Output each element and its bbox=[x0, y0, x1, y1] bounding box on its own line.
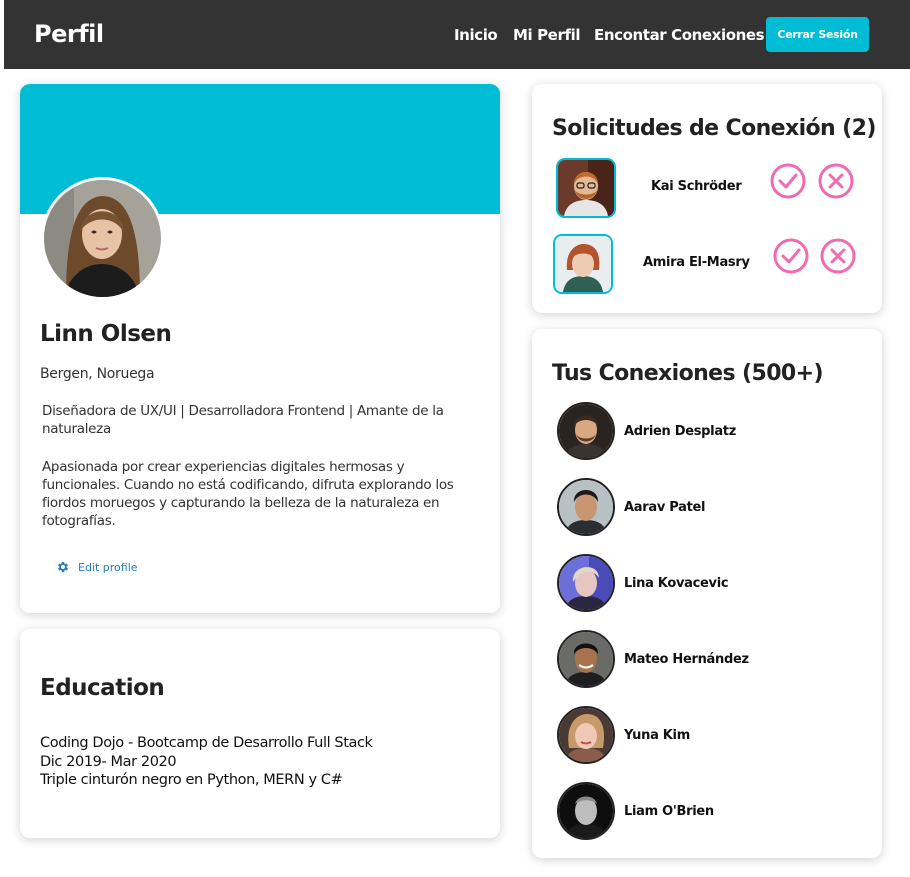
connection-avatar[interactable] bbox=[557, 478, 615, 536]
profile-name: Linn Olsen bbox=[40, 321, 172, 347]
connection-name[interactable]: Yuna Kim bbox=[624, 728, 690, 743]
connection-avatar[interactable] bbox=[557, 782, 615, 840]
education-line: Dic 2019- Mar 2020 bbox=[40, 753, 177, 770]
connection-name[interactable]: Lina Kovacevic bbox=[624, 576, 729, 591]
nav-link-mi-perfil[interactable]: Mi Perfil bbox=[513, 26, 580, 44]
logout-button[interactable]: Cerrar Sesión bbox=[766, 17, 869, 52]
connection-name[interactable]: Mateo Hernández bbox=[624, 652, 749, 667]
education-line: Triple cinturón negro en Python, MERN y … bbox=[40, 772, 343, 788]
request-name: Kai Schröder bbox=[651, 179, 742, 194]
gear-icon bbox=[56, 560, 70, 574]
nav-link-inicio[interactable]: Inicio bbox=[454, 26, 498, 44]
profile-about: Apasionada por crear experiencias digita… bbox=[42, 459, 454, 529]
profile-card: Linn Olsen Bergen, Noruega Diseñadora de… bbox=[20, 84, 500, 613]
connections-card: Tus Conexiones (500+) Adrien Desplatz Aa… bbox=[532, 329, 882, 858]
check-circle-icon[interactable] bbox=[772, 237, 810, 275]
profile-headline: Diseñadora de UX/UI | Desarrolladora Fro… bbox=[42, 403, 444, 437]
top-navbar: Perfil Inicio Mi Perfil Encontar Conexio… bbox=[4, 0, 910, 69]
request-name: Amira El-Masry bbox=[643, 255, 750, 270]
request-avatar[interactable] bbox=[556, 158, 616, 218]
connection-avatar[interactable] bbox=[557, 402, 615, 460]
connections-title: Tus Conexiones (500+) bbox=[552, 361, 824, 386]
education-line: Coding Dojo - Bootcamp de Desarrollo Ful… bbox=[40, 735, 373, 751]
connection-avatar[interactable] bbox=[557, 554, 615, 612]
connection-name[interactable]: Adrien Desplatz bbox=[624, 424, 736, 439]
connection-name[interactable]: Aarav Patel bbox=[624, 500, 705, 515]
request-avatar[interactable] bbox=[553, 234, 613, 294]
edit-profile-link[interactable]: Edit profile bbox=[56, 560, 138, 574]
education-title: Education bbox=[40, 675, 165, 701]
connection-requests-card: Solicitudes de Conexión (2) Kai Schröder bbox=[532, 84, 882, 313]
education-details: Coding Dojo - Bootcamp de Desarrollo Ful… bbox=[40, 734, 373, 790]
education-card: Education Coding Dojo - Bootcamp de Desa… bbox=[20, 629, 500, 838]
x-circle-icon[interactable] bbox=[819, 237, 857, 275]
connection-name[interactable]: Liam O'Brien bbox=[624, 804, 714, 819]
profile-avatar bbox=[41, 177, 164, 300]
page-title: Perfil bbox=[34, 20, 104, 48]
profile-location: Bergen, Noruega bbox=[40, 366, 155, 382]
connection-avatar[interactable] bbox=[557, 630, 615, 688]
requests-title: Solicitudes de Conexión (2) bbox=[552, 116, 876, 141]
x-circle-icon[interactable] bbox=[817, 162, 855, 200]
connection-avatar[interactable] bbox=[557, 706, 615, 764]
check-circle-icon[interactable] bbox=[769, 162, 807, 200]
edit-profile-label: Edit profile bbox=[78, 560, 138, 574]
nav-link-encontrar-conexiones[interactable]: Encontar Conexiones bbox=[594, 26, 765, 44]
